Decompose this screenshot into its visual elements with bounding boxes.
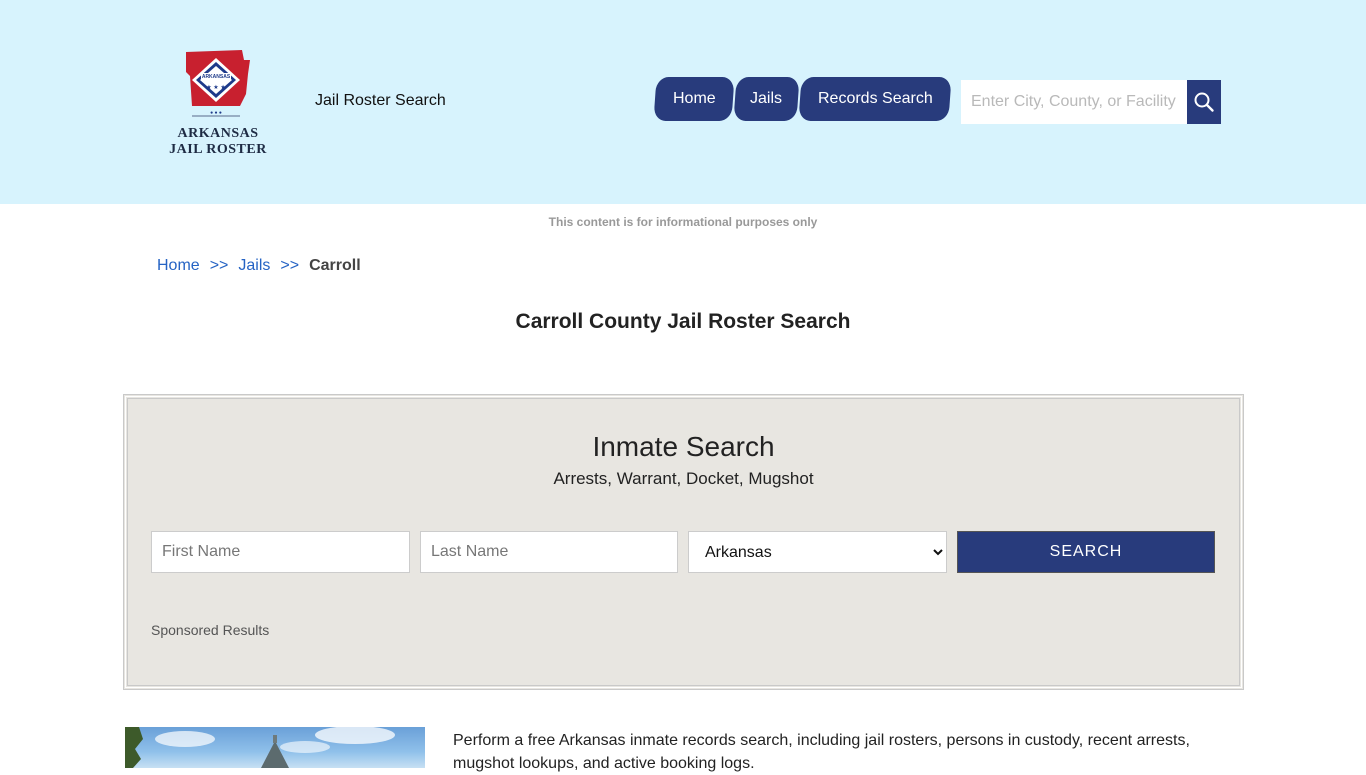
breadcrumb-separator: >> (209, 257, 229, 274)
courthouse-image (125, 727, 395, 768)
svg-text:● ● ●: ● ● ● (210, 110, 222, 116)
header-search (961, 80, 1221, 124)
page-title: Carroll County Jail Roster Search (515, 310, 851, 333)
svg-text:ARKANSAS: ARKANSAS (202, 74, 231, 80)
breadcrumb-jails[interactable]: Jails (238, 257, 270, 275)
sponsored-results-label: Sponsored Results (151, 622, 270, 638)
intro-paragraph: Perform a free Arkansas inmate records s… (453, 732, 1190, 772)
inmate-search-panel: Inmate Search Arrests, Warrant, Docket, … (123, 394, 1244, 690)
courthouse-photo (125, 727, 425, 768)
last-name-input[interactable] (420, 531, 678, 573)
breadcrumb-separator: >> (280, 257, 300, 274)
site-header: ARKANSAS ★ ★ ★ ● ● ● ARKANSAS JAIL ROSTE… (0, 0, 1366, 204)
nav-home[interactable]: Home (653, 77, 735, 121)
nav-home-label: Home (672, 90, 716, 107)
logo-text: ARKANSAS JAIL ROSTER (168, 126, 268, 158)
search-icon (1194, 92, 1214, 112)
facility-search-input[interactable] (961, 80, 1187, 124)
inmate-search-submit-button[interactable]: SEARCH (957, 531, 1215, 573)
inmate-search-title: Inmate Search (592, 431, 775, 462)
inmate-search-subtitle: Arrests, Warrant, Docket, Mugshot (553, 469, 814, 488)
search-button[interactable] (1187, 80, 1221, 124)
nav-jails[interactable]: Jails (733, 77, 800, 121)
state-select[interactable]: Arkansas (688, 531, 947, 573)
breadcrumb-current: Carroll (309, 257, 361, 274)
logo-line-2: JAIL ROSTER (169, 142, 267, 157)
first-name-input[interactable] (151, 531, 410, 573)
breadcrumb-home[interactable]: Home (157, 257, 200, 275)
nav-jails-label: Jails (750, 90, 783, 107)
svg-text:★ ★ ★: ★ ★ ★ (206, 84, 225, 91)
breadcrumb: Home >> Jails >> Carroll (157, 257, 361, 275)
arkansas-flag-icon: ARKANSAS ★ ★ ★ ● ● ● (186, 50, 250, 117)
site-tagline[interactable]: Jail Roster Search (315, 92, 446, 110)
disclaimer-text: This content is for informational purpos… (548, 215, 818, 229)
site-logo[interactable]: ARKANSAS ★ ★ ★ ● ● ● ARKANSAS JAIL ROSTE… (168, 46, 268, 162)
main-nav: Home Jails Records Search (653, 77, 952, 121)
nav-records-search-label: Records Search (817, 90, 933, 107)
nav-records-search[interactable]: Records Search (798, 77, 952, 121)
logo-line-1: ARKANSAS (177, 126, 259, 141)
